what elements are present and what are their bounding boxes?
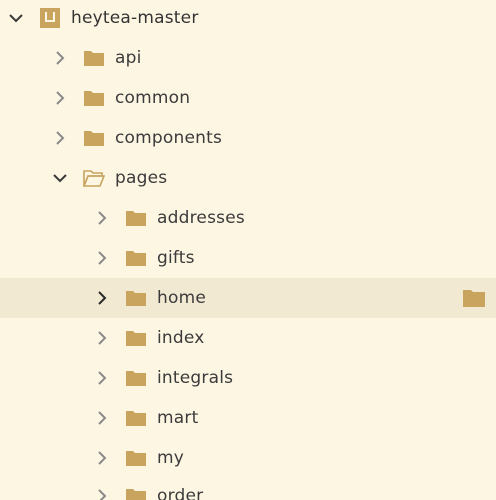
tree-item-label: components bbox=[115, 128, 223, 148]
folder-icon bbox=[125, 328, 147, 348]
folder-icon bbox=[125, 448, 147, 468]
tree-row-api[interactable]: api bbox=[0, 38, 496, 78]
chevron-right-icon[interactable] bbox=[50, 48, 70, 68]
folder-icon bbox=[83, 128, 105, 148]
folder-icon bbox=[125, 486, 147, 500]
tree-row-pages[interactable]: pages bbox=[0, 158, 496, 198]
chevron-right-icon[interactable] bbox=[92, 248, 112, 268]
tree-row-common[interactable]: common bbox=[0, 78, 496, 118]
tree-row-my[interactable]: my bbox=[0, 438, 496, 478]
chevron-right-icon[interactable] bbox=[50, 128, 70, 148]
tree-row-home[interactable]: home bbox=[0, 278, 496, 318]
folder-icon bbox=[83, 88, 105, 108]
file-explorer-tree: heytea-master api common components page… bbox=[0, 0, 496, 500]
tree-item-label: order bbox=[157, 486, 204, 500]
tree-row-order[interactable]: order bbox=[0, 476, 496, 500]
chevron-right-icon[interactable] bbox=[92, 368, 112, 388]
tree-row-mart[interactable]: mart bbox=[0, 398, 496, 438]
chevron-right-icon[interactable] bbox=[92, 486, 112, 500]
tree-item-label: common bbox=[115, 88, 191, 108]
tree-row-integrals[interactable]: integrals bbox=[0, 358, 496, 398]
tree-item-label: mart bbox=[157, 408, 199, 428]
open-folder-action-icon[interactable] bbox=[462, 288, 486, 308]
tree-item-label: heytea-master bbox=[71, 8, 199, 28]
tree-item-label: pages bbox=[115, 168, 168, 188]
tree-item-label: home bbox=[157, 288, 206, 308]
folder-open-icon bbox=[83, 168, 105, 188]
folder-icon bbox=[125, 408, 147, 428]
tree-row-components[interactable]: components bbox=[0, 118, 496, 158]
chevron-right-icon[interactable] bbox=[92, 288, 112, 308]
tree-item-label: index bbox=[157, 328, 205, 348]
chevron-right-icon[interactable] bbox=[50, 88, 70, 108]
tree-item-label: api bbox=[115, 48, 142, 68]
chevron-right-icon[interactable] bbox=[92, 208, 112, 228]
chevron-right-icon[interactable] bbox=[92, 328, 112, 348]
tree-row-root[interactable]: heytea-master bbox=[0, 0, 496, 38]
folder-icon bbox=[125, 208, 147, 228]
tree-item-label: my bbox=[157, 448, 185, 468]
chevron-down-icon[interactable] bbox=[50, 168, 70, 188]
project-icon bbox=[39, 8, 61, 28]
tree-item-label: integrals bbox=[157, 368, 234, 388]
folder-icon bbox=[125, 248, 147, 268]
chevron-down-icon[interactable] bbox=[6, 8, 26, 28]
folder-icon bbox=[125, 368, 147, 388]
tree-item-label: addresses bbox=[157, 208, 245, 228]
tree-row-addresses[interactable]: addresses bbox=[0, 198, 496, 238]
folder-icon bbox=[125, 288, 147, 308]
tree-row-gifts[interactable]: gifts bbox=[0, 238, 496, 278]
folder-icon bbox=[83, 48, 105, 68]
chevron-right-icon[interactable] bbox=[92, 408, 112, 428]
tree-row-index[interactable]: index bbox=[0, 318, 496, 358]
chevron-right-icon[interactable] bbox=[92, 448, 112, 468]
tree-item-label: gifts bbox=[157, 248, 195, 268]
